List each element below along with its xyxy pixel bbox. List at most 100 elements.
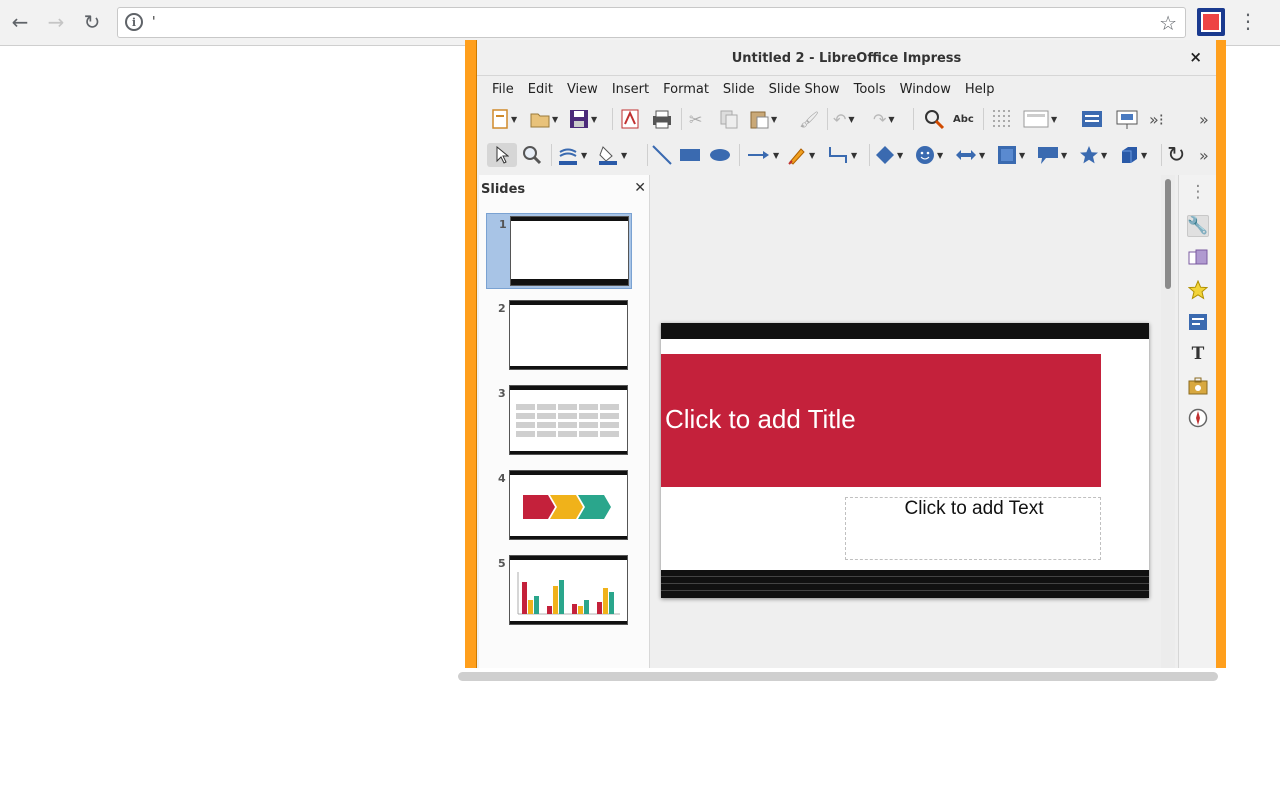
menu-edit[interactable]: Edit xyxy=(521,82,560,97)
slide-number: 3 xyxy=(498,387,506,400)
fill-color-icon[interactable]: ▼ xyxy=(597,143,627,167)
lines-arrows-icon[interactable]: ▼ xyxy=(747,143,779,167)
rotate-icon[interactable]: ↻ xyxy=(1167,143,1185,168)
slides-pane-close-icon[interactable]: ✕ xyxy=(634,180,646,196)
window-titlebar[interactable]: Untitled 2 - LibreOffice Impress × xyxy=(477,40,1216,76)
slide-bottom-band xyxy=(661,570,1149,598)
cut-icon[interactable]: ✂ xyxy=(689,107,702,131)
save-icon[interactable]: ▼ xyxy=(569,107,597,131)
toolbar-overflow-icon[interactable]: » xyxy=(1199,107,1209,131)
standard-toolbar: ▼ ▼ ▼ ✂ ▼ 🖌 ↶ ▼ ↷ ▼ Abc ▼ »⁝ » xyxy=(477,102,1216,136)
slide-top-band xyxy=(661,323,1149,339)
symbol-shapes-icon[interactable]: ▼ xyxy=(915,143,943,167)
more-toolbar-icon[interactable]: »⁝ xyxy=(1149,107,1164,131)
slide-number: 2 xyxy=(498,302,506,315)
menu-view[interactable]: View xyxy=(560,82,605,97)
chart-preview xyxy=(517,572,620,615)
start-slideshow-icon[interactable] xyxy=(1115,107,1139,131)
slide-canvas[interactable]: Click to add Title Click to add Text xyxy=(661,323,1149,598)
grid-icon[interactable] xyxy=(991,107,1015,131)
address-bar[interactable]: i ' ☆ xyxy=(117,7,1186,38)
vertical-scrollbar-thumb[interactable] xyxy=(1165,179,1171,289)
clone-formatting-icon[interactable]: 🖌 xyxy=(799,107,819,131)
slide-layout-icon[interactable] xyxy=(1081,107,1103,131)
connectors-icon[interactable]: ▼ xyxy=(827,143,857,167)
slide-number: 5 xyxy=(498,557,506,570)
animation-star-icon[interactable] xyxy=(1187,279,1209,301)
drawing-toolbar-overflow-icon[interactable]: » xyxy=(1199,143,1209,167)
page-horizontal-scrollbar[interactable] xyxy=(458,672,1218,681)
gallery-icon[interactable] xyxy=(1187,375,1209,397)
reload-icon[interactable]: ↻ xyxy=(79,9,105,35)
block-arrows-icon[interactable]: ▼ xyxy=(955,143,985,167)
slide-thumbnail-4[interactable]: 4 xyxy=(486,468,632,544)
window-close-icon[interactable]: × xyxy=(1189,48,1202,66)
text-placeholder-box[interactable]: Click to add Text xyxy=(845,497,1101,560)
redo-icon[interactable]: ↷ ▼ xyxy=(873,107,895,131)
slide-transition-icon[interactable] xyxy=(1187,247,1209,269)
menu-tools[interactable]: Tools xyxy=(847,82,893,97)
display-views-icon[interactable]: ▼ xyxy=(1023,107,1057,131)
text-placeholder-text: Click to add Text xyxy=(904,498,1044,519)
menu-format[interactable]: Format xyxy=(656,82,716,97)
extension-icon[interactable] xyxy=(1197,8,1225,36)
window-border-right xyxy=(1216,40,1226,668)
slides-pane-title: Slides xyxy=(481,182,526,197)
flowchart-icon[interactable]: ▼ xyxy=(997,143,1025,167)
select-icon[interactable] xyxy=(487,143,517,167)
table-preview xyxy=(516,404,619,437)
slide-number: 4 xyxy=(498,472,506,485)
slide-thumbnail-2[interactable]: 2 xyxy=(486,298,632,374)
drawing-toolbar: ▼ ▼ ▼ ▼ ▼ ▼ ▼ ▼ ▼ ▼ ▼ ▼ ↻ » xyxy=(477,138,1216,172)
title-placeholder-text: Click to add Title xyxy=(665,404,856,434)
vertical-scrollbar[interactable] xyxy=(1161,175,1175,668)
slide-editing-area[interactable]: Click to add Title Click to add Text xyxy=(651,175,1161,668)
styles-icon[interactable]: T xyxy=(1187,343,1209,365)
slides-pane: Slides ✕ 1 2 3 4 5 xyxy=(479,175,650,668)
menu-bar: File Edit View Insert Format Slide Slide… xyxy=(477,77,1216,101)
spelling-icon[interactable]: Abc xyxy=(953,107,974,131)
sidebar-menu-icon[interactable]: ⋮ xyxy=(1187,181,1209,203)
slide-number: 1 xyxy=(499,218,507,231)
find-replace-icon[interactable] xyxy=(923,107,945,131)
rectangle-tool-icon[interactable] xyxy=(679,143,701,167)
new-document-icon[interactable]: ▼ xyxy=(491,107,517,131)
ellipse-tool-icon[interactable] xyxy=(709,143,731,167)
back-icon[interactable]: ← xyxy=(7,9,33,35)
export-pdf-icon[interactable] xyxy=(621,107,639,131)
menu-window[interactable]: Window xyxy=(893,82,958,97)
master-slides-icon[interactable] xyxy=(1187,311,1209,333)
print-icon[interactable] xyxy=(651,107,673,131)
bookmark-star-icon[interactable]: ☆ xyxy=(1159,11,1177,35)
line-tool-icon[interactable] xyxy=(651,143,673,167)
menu-slide[interactable]: Slide xyxy=(716,82,762,97)
undo-icon[interactable]: ↶ ▼ xyxy=(833,107,855,131)
window-title: Untitled 2 - LibreOffice Impress xyxy=(731,51,962,66)
navigator-icon[interactable] xyxy=(1187,407,1209,429)
sidebar-deck: ⋮ 🔧 T xyxy=(1178,175,1216,668)
copy-icon[interactable] xyxy=(719,107,739,131)
zoom-pan-icon[interactable] xyxy=(521,143,543,167)
info-icon[interactable]: i xyxy=(125,13,143,31)
url-text: ' xyxy=(152,15,156,30)
stars-icon[interactable]: ▼ xyxy=(1079,143,1107,167)
impress-window: Untitled 2 - LibreOffice Impress × File … xyxy=(465,40,1226,668)
menu-slide-show[interactable]: Slide Show xyxy=(762,82,847,97)
line-color-icon[interactable]: ▼ xyxy=(557,143,587,167)
slide-thumbnail-3[interactable]: 3 xyxy=(486,383,632,459)
basic-shapes-icon[interactable]: ▼ xyxy=(875,143,903,167)
open-folder-icon[interactable]: ▼ xyxy=(530,107,558,131)
slide-thumbnail-5[interactable]: 5 xyxy=(486,553,632,629)
menu-insert[interactable]: Insert xyxy=(605,82,656,97)
curves-polygons-icon[interactable]: ▼ xyxy=(787,143,815,167)
more-vertical-icon[interactable]: ⋮ xyxy=(1238,8,1258,36)
forward-icon[interactable]: → xyxy=(43,9,69,35)
menu-file[interactable]: File xyxy=(485,82,521,97)
paste-icon[interactable]: ▼ xyxy=(749,107,777,131)
3d-objects-icon[interactable]: ▼ xyxy=(1119,143,1147,167)
menu-help[interactable]: Help xyxy=(958,82,1002,97)
slide-thumbnail-1[interactable]: 1 xyxy=(486,213,632,289)
callouts-icon[interactable]: ▼ xyxy=(1037,143,1067,167)
properties-wrench-icon[interactable]: 🔧 xyxy=(1187,215,1209,237)
title-placeholder-box[interactable]: Click to add Title xyxy=(661,354,1101,487)
